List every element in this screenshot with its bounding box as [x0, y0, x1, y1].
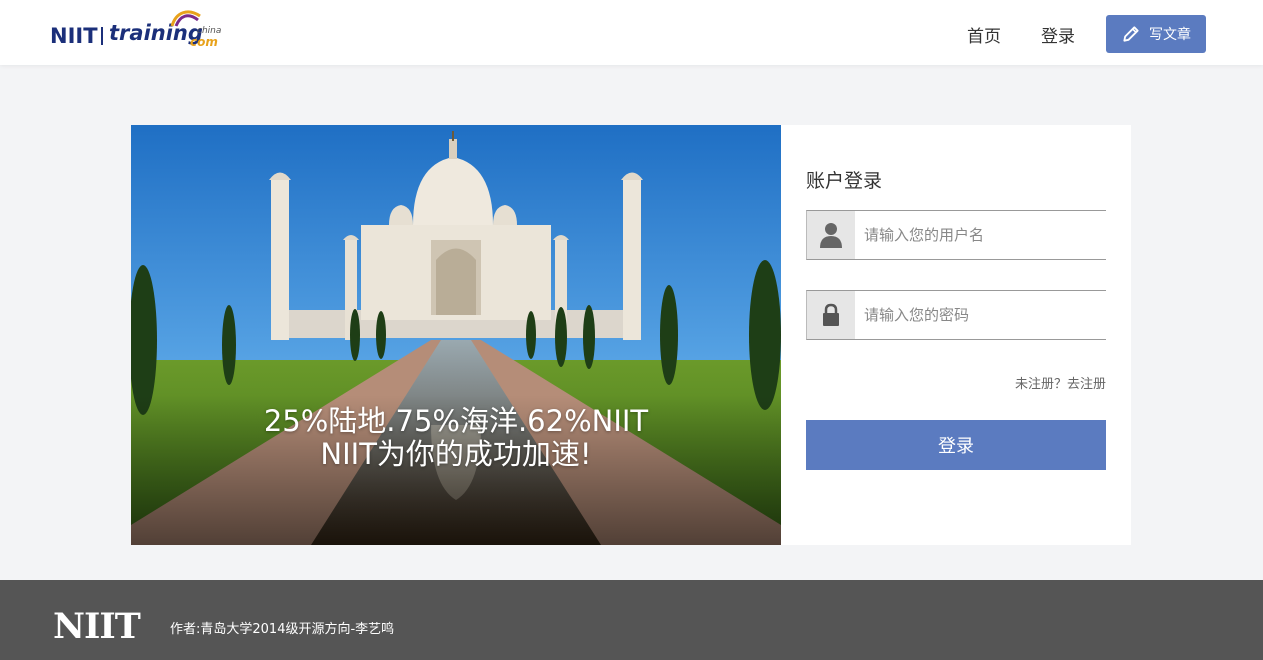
logo-brand: NIIT: [50, 24, 98, 48]
hero-caption-line1: 25%陆地.75%海洋.62%NIIT: [263, 404, 649, 438]
hero-caption: 25%陆地.75%海洋.62%NIIT NIIT为你的成功加速!: [131, 405, 781, 471]
hero-caption-line2: NIIT为你的成功加速!: [320, 437, 592, 471]
logo-divider: [101, 27, 103, 45]
write-article-label: 写文章: [1149, 27, 1191, 43]
logo-com: com: [190, 35, 218, 49]
footer: NIIT 作者:青岛大学2014级开源方向-李艺鸣: [0, 580, 1263, 660]
nav-home-link[interactable]: 首页: [967, 22, 1001, 47]
username-input[interactable]: [855, 211, 1106, 259]
register-link[interactable]: 未注册？去注册: [1015, 373, 1106, 392]
footer-author-text: 作者:青岛大学2014级开源方向-李艺鸣: [170, 622, 395, 637]
login-submit-button[interactable]: 登录: [806, 420, 1106, 470]
write-article-button[interactable]: 写文章: [1106, 15, 1206, 53]
password-icon-box: [807, 291, 855, 339]
username-icon-box: [807, 211, 855, 259]
nav-login-link[interactable]: 登录: [1041, 22, 1075, 47]
user-icon: [820, 223, 842, 248]
taj-mahal-image: [131, 125, 781, 545]
lock-icon: [823, 303, 839, 326]
pencil-icon: [1123, 26, 1139, 42]
password-field: [806, 290, 1106, 340]
password-input[interactable]: [855, 291, 1106, 339]
username-field: [806, 210, 1106, 260]
logo-swoosh-icon: [170, 10, 201, 27]
hero-banner: 25%陆地.75%海洋.62%NIIT NIIT为你的成功加速!: [131, 125, 781, 545]
login-panel: 账户登录 未注册？去注册 登录: [781, 125, 1131, 545]
footer-logo: NIIT: [53, 606, 141, 647]
top-navbar: NIIT training china com 首页 登录 写文章: [0, 0, 1263, 65]
site-logo[interactable]: NIIT training china com: [50, 10, 230, 56]
login-title: 账户登录: [806, 170, 883, 192]
